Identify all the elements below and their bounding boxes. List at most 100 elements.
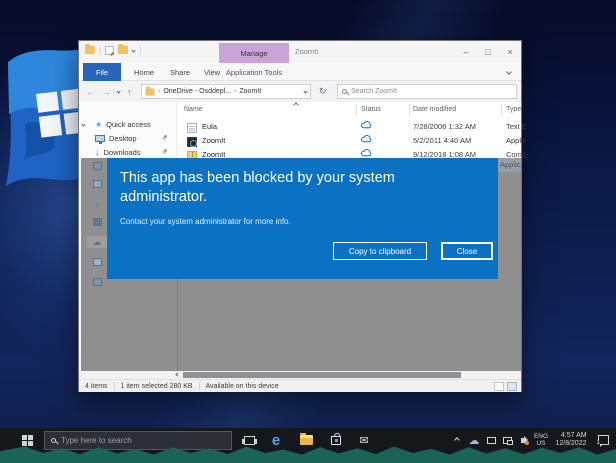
volume-icon — [521, 438, 525, 443]
time: 4:57 AM — [561, 432, 587, 439]
edge-icon: e — [272, 432, 280, 449]
large-icons-view-button[interactable] — [507, 382, 517, 391]
documents-icon — [91, 160, 103, 172]
folder-icon[interactable] — [85, 46, 95, 54]
manage-contextual-tab[interactable]: Manage — [219, 43, 289, 63]
expander-icon[interactable] — [81, 122, 85, 126]
forward-icon[interactable]: → — [102, 87, 111, 97]
music-icon: ♪ — [91, 198, 103, 210]
tab-share[interactable]: Share — [163, 63, 197, 81]
desktop: | | Manage ZoomIt – □ × File Home Share … — [0, 0, 616, 463]
minimize-button[interactable]: – — [455, 41, 477, 63]
dialog-title: This app has been blocked by your system… — [120, 169, 450, 207]
folder-icon — [146, 88, 155, 95]
file-row-eula[interactable]: Eula 7/28/2006 1:32 AM Text Document — [178, 119, 521, 133]
task-view-icon — [244, 436, 255, 445]
availability-status: Available on this device — [206, 383, 279, 390]
store-button[interactable] — [324, 428, 348, 452]
action-center-button[interactable]: 1 — [594, 428, 612, 452]
onedrive-icon: ☁ — [87, 236, 107, 248]
qat-dropdown-icon[interactable] — [132, 48, 136, 52]
search-placeholder: Search ZoomIt — [351, 88, 397, 95]
show-hidden-icons-button[interactable] — [450, 428, 464, 452]
file-explorer-window: | | Manage ZoomIt – □ × File Home Share … — [78, 40, 522, 392]
tab-home[interactable]: Home — [127, 63, 161, 81]
ribbon-expand-icon[interactable] — [506, 69, 512, 75]
region-code: US — [536, 440, 545, 447]
mail-icon: ✉ — [359, 434, 368, 447]
close-button[interactable]: × — [499, 41, 521, 63]
taskbar-search-placeholder: Type here to search — [61, 436, 132, 445]
column-header-date-modified[interactable]: Date modified — [413, 102, 499, 117]
downloads-icon: ↓ — [95, 147, 100, 157]
taskbar-search[interactable]: Type here to search — [44, 431, 232, 450]
details-view-button[interactable] — [494, 382, 504, 391]
windows-logo-icon — [22, 435, 33, 446]
window-title: ZoomIt — [295, 47, 318, 56]
dialog-message: Contact your system administrator for mo… — [120, 217, 291, 226]
breadcrumb[interactable]: › OneDrive - Osddepl... › ZoomIt — [141, 84, 311, 99]
selection-info: 1 item selected 280 KB — [121, 383, 193, 390]
videos-icon — [91, 216, 103, 228]
display-icon — [487, 437, 496, 444]
search-icon — [342, 89, 347, 94]
application-icon — [187, 137, 197, 147]
sidebar-item-desktop[interactable]: Desktop — [79, 131, 176, 145]
status-bar: 4 items 1 item selected 280 KB Available… — [79, 379, 521, 392]
properties-icon[interactable] — [105, 46, 114, 55]
horizontal-scrollbar[interactable] — [79, 371, 521, 379]
search-box[interactable]: Search ZoomIt — [337, 84, 517, 99]
refresh-icon[interactable]: ↻ — [319, 86, 327, 97]
volume-tray-button[interactable] — [515, 428, 531, 452]
new-folder-icon[interactable] — [118, 46, 128, 54]
sidebar-item-quick-access[interactable]: ★ Quick access — [79, 117, 176, 131]
dialog-close-button[interactable]: Close — [441, 242, 493, 260]
clock[interactable]: 4:57 AM 12/8/2022 — [551, 428, 591, 452]
pictures-icon — [91, 178, 103, 190]
quick-access-icon: ★ — [95, 120, 102, 129]
action-center-icon: 1 — [598, 435, 609, 445]
tab-application-tools[interactable]: Application Tools — [219, 63, 289, 81]
network-tray-button[interactable] — [500, 428, 514, 452]
mail-button[interactable]: ✉ — [352, 428, 376, 452]
text-document-icon — [187, 123, 197, 133]
scroll-left-icon[interactable] — [175, 372, 179, 376]
copy-to-clipboard-button[interactable]: Copy to clipboard — [333, 242, 427, 260]
column-header-name[interactable]: Name — [184, 102, 356, 117]
address-bar: ← → ↑ › OneDrive - Osddepl... › ZoomIt ↻… — [79, 81, 521, 102]
tab-file[interactable]: File — [83, 63, 121, 81]
breadcrumb-current[interactable]: ZoomIt — [239, 88, 261, 95]
date: 12/8/2022 — [555, 440, 586, 447]
network-icon — [503, 437, 512, 444]
file-explorer-button[interactable] — [294, 428, 318, 452]
file-row-zoomit-exe[interactable]: ZoomIt 5/2/2011 4:40 AM Application — [178, 133, 521, 147]
language-code: ENG — [534, 433, 548, 440]
folder-icon — [300, 435, 313, 445]
title-bar: | | Manage ZoomIt – □ × — [79, 41, 521, 63]
cloud-status-icon — [361, 121, 372, 131]
address-dropdown-icon[interactable] — [303, 89, 307, 93]
edge-button[interactable]: e — [264, 428, 288, 452]
up-icon[interactable]: ↑ — [127, 87, 132, 97]
cloud-status-icon — [361, 135, 372, 145]
sidebar-item-downloads[interactable]: ↓ Downloads — [79, 145, 176, 159]
pin-icon — [161, 135, 168, 142]
breadcrumb-root[interactable]: OneDrive - Osddepl... — [163, 88, 231, 95]
ribbon-tabs: File Home Share View Application Tools — [79, 63, 521, 81]
notification-badge: 1 — [596, 440, 601, 446]
column-header-type[interactable]: Type — [506, 102, 526, 117]
this-pc-icon — [91, 256, 103, 268]
maximize-button[interactable]: □ — [477, 41, 499, 63]
recent-locations-icon[interactable] — [116, 89, 120, 93]
item-count: 4 items — [85, 383, 108, 390]
app-blocked-dialog: This app has been blocked by your system… — [107, 158, 498, 279]
store-icon — [331, 436, 341, 445]
notification-dot — [525, 441, 529, 445]
desktop-icon — [95, 135, 105, 142]
quick-access-toolbar: | | — [85, 45, 142, 55]
column-header-status[interactable]: Status — [361, 102, 407, 117]
scrollbar-thumb[interactable] — [183, 372, 461, 378]
back-icon[interactable]: ← — [86, 87, 95, 97]
chevron-up-icon — [454, 437, 460, 443]
display-tray-button[interactable] — [484, 428, 498, 452]
